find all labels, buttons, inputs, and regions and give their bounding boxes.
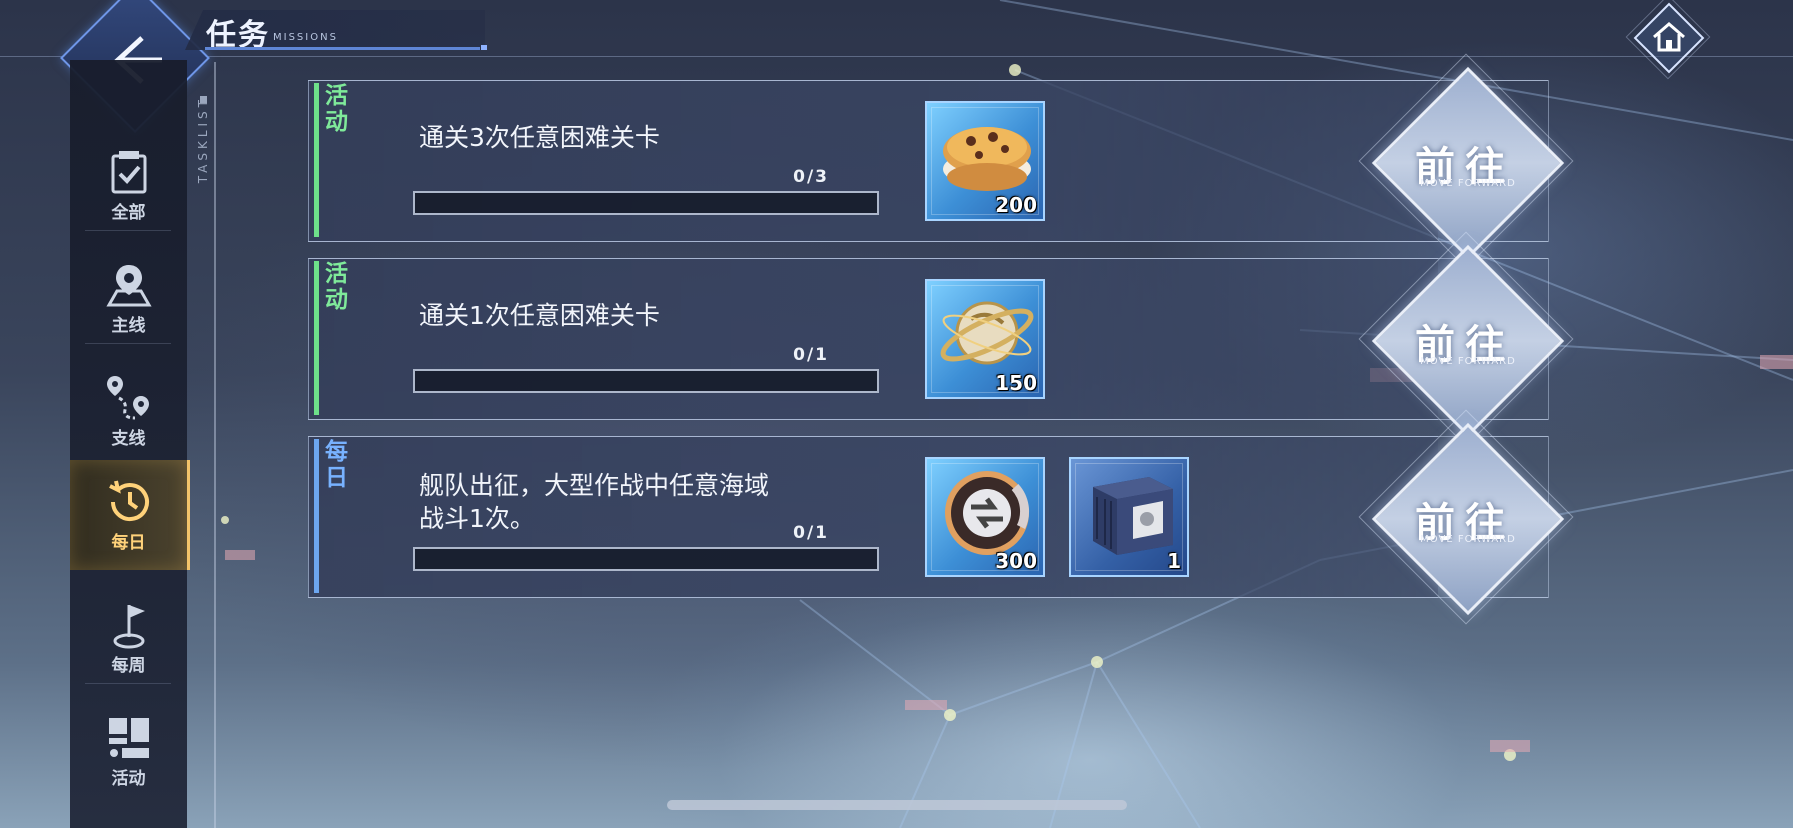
supply-crate-icon xyxy=(1093,477,1173,555)
task-category-tag: 每日 xyxy=(325,439,348,491)
task-progress-bar xyxy=(413,369,879,393)
home-indicator-bar[interactable] xyxy=(667,800,1127,810)
exchange-token-icon xyxy=(945,471,1030,555)
reward-quantity: 300 xyxy=(995,549,1037,573)
flag-icon xyxy=(113,605,145,649)
sidebar-item-events[interactable]: 活动 xyxy=(70,696,187,806)
task-description: 通关1次任意困难关卡 xyxy=(419,301,660,330)
task-progress-bar xyxy=(413,547,879,571)
sidebar-item-label: 每日 xyxy=(111,533,146,553)
sidebar-item-all[interactable]: 全部 xyxy=(70,130,187,240)
sidebar-item-side[interactable]: 支线 xyxy=(70,356,187,466)
sidebar-item-label: 活动 xyxy=(111,769,146,789)
reward-quantity: 200 xyxy=(995,193,1037,217)
page-subtitle: MISSIONS xyxy=(273,32,338,43)
tasklist-label: TASKLIST xyxy=(196,96,210,184)
title-underline-end xyxy=(481,45,487,50)
task-category-stripe xyxy=(314,83,319,237)
task-description: 通关3次任意困难关卡 xyxy=(419,123,660,152)
clipboard-check-icon xyxy=(111,151,147,194)
reward-item[interactable]: 300 xyxy=(925,457,1045,577)
task-progress-text: 0/1 xyxy=(793,523,829,543)
task-progress-text: 0/1 xyxy=(793,345,829,365)
cookie-icon xyxy=(943,127,1031,191)
home-icon[interactable] xyxy=(1650,19,1688,55)
reward-item[interactable]: 150 xyxy=(925,279,1045,399)
reward-item[interactable]: 1 xyxy=(1069,457,1189,577)
nav-divider xyxy=(85,230,171,231)
sidebar-rail xyxy=(214,62,216,828)
sidebar-item-label: 支线 xyxy=(111,429,146,449)
sidebar-item-label: 全部 xyxy=(111,203,146,223)
blocks-icon xyxy=(109,718,149,758)
reward-item[interactable]: 200 xyxy=(925,101,1045,221)
nav-divider xyxy=(85,343,171,344)
reward-quantity: 150 xyxy=(995,371,1037,395)
task-progress-bar xyxy=(413,191,879,215)
sidebar-item-main[interactable]: 主线 xyxy=(70,243,187,353)
sidebar-item-label: 每周 xyxy=(111,656,146,676)
task-category-stripe xyxy=(314,261,319,415)
reward-quantity: 1 xyxy=(1167,549,1181,573)
sidebar-item-label: 主线 xyxy=(111,316,146,336)
go-button-sublabel: MOVE FORWARD xyxy=(1420,356,1516,367)
nav-divider xyxy=(85,683,171,684)
route-pins-icon xyxy=(107,376,149,420)
task-description-line: 舰队出征，大型作战中任意海域 xyxy=(419,471,770,500)
task-category-tag: 活动 xyxy=(325,261,348,313)
gold-orb-icon xyxy=(940,301,1034,365)
history-clock-icon xyxy=(109,480,149,522)
task-progress-text: 0/3 xyxy=(793,167,829,187)
task-category-stripe xyxy=(314,439,319,593)
title-underline xyxy=(205,47,480,50)
go-button-sublabel: MOVE FORWARD xyxy=(1420,178,1516,189)
task-category-tag: 活动 xyxy=(325,83,348,135)
go-button-sublabel: MOVE FORWARD xyxy=(1420,534,1516,545)
sidebar-item-weekly[interactable]: 每周 xyxy=(70,583,187,693)
topbar-divider xyxy=(0,56,1793,57)
sidebar-item-daily[interactable]: 每日 xyxy=(70,460,190,570)
map-pin-icon xyxy=(106,265,152,307)
